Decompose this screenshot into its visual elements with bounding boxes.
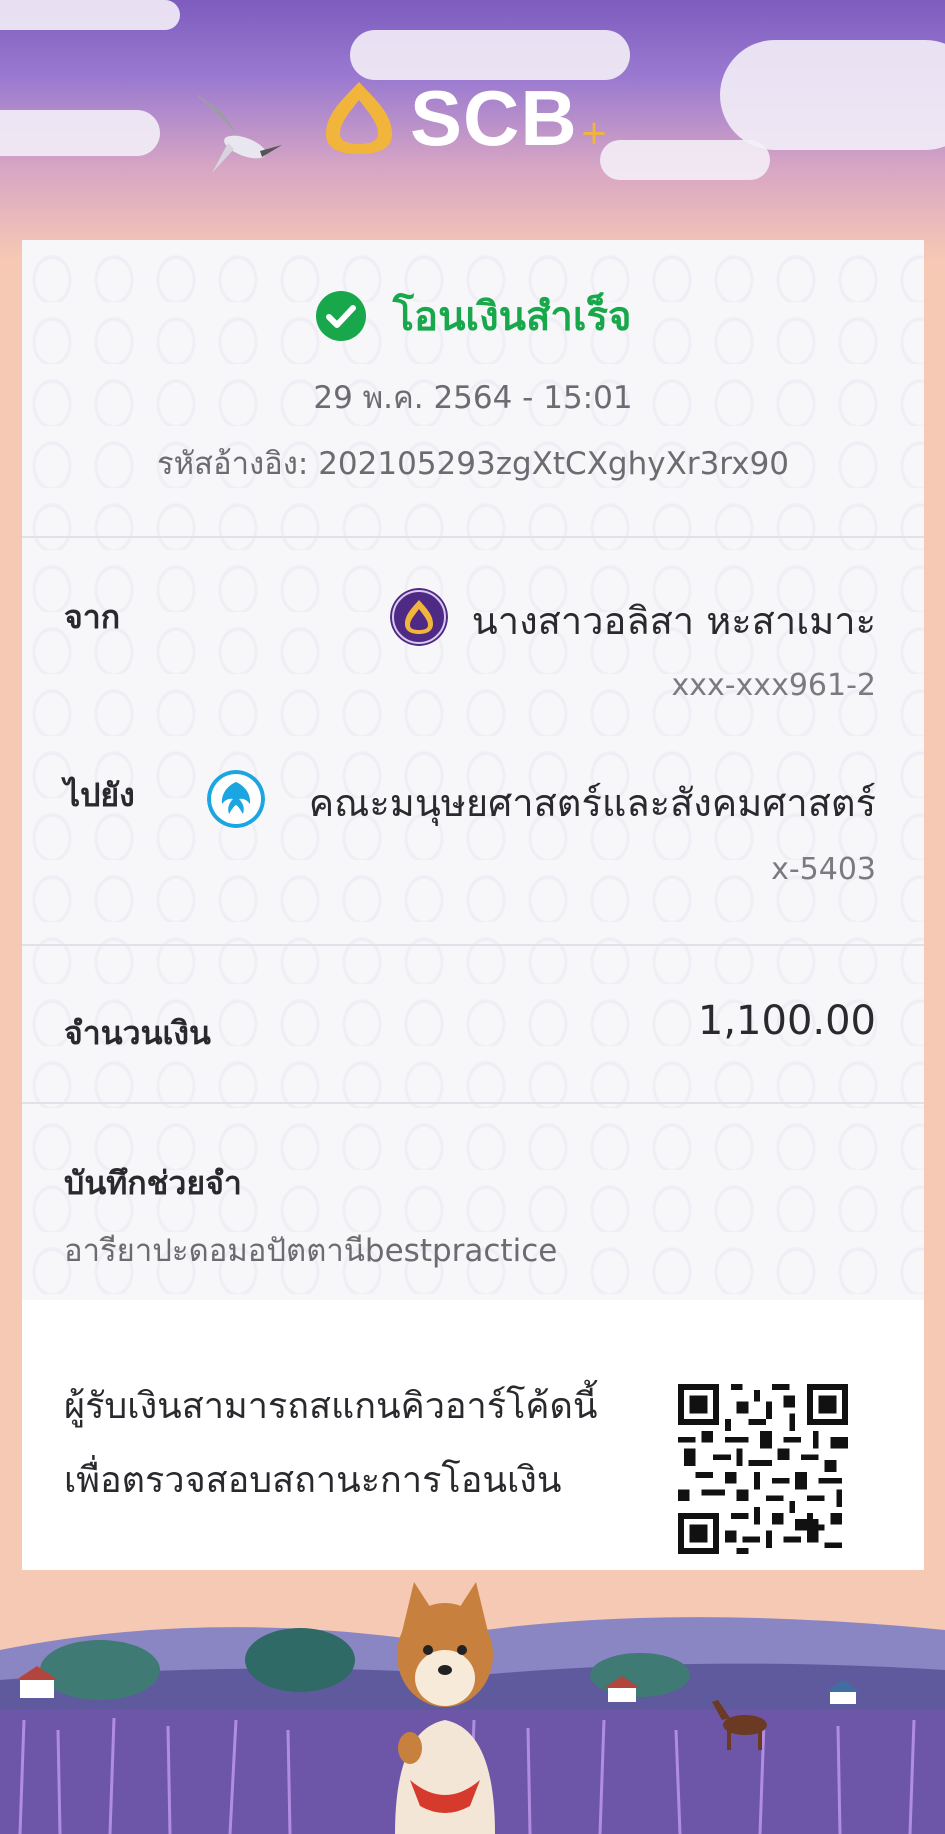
divider [22,944,924,946]
scb-logo-mark [326,82,392,154]
status-row: โอนเงินสำเร็จ [22,284,924,348]
qr-instruction-line1: ผู้รับเงินสามารถสแกนคิวอาร์โค้ดนี้ [64,1386,598,1427]
bird-illustration [195,93,282,173]
divider [22,536,924,538]
reference-value: 202105293zgXtCXghyXr3rx90 [318,446,790,482]
transfer-datetime: 29 พ.ค. 2564 - 15:01 [313,380,633,416]
header-banner: SCB + [0,0,945,260]
receipt-card: โอนเงินสำเร็จ 29 พ.ค. 2564 - 15:01 รหัสอ… [22,240,924,1594]
status-text: โอนเงินสำเร็จ [392,294,632,340]
qr-instruction-line2: เพื่อตรวจสอบสถานะการโอนเงิน [64,1460,562,1501]
from-account: xxx-xxx961-2 [671,668,876,703]
to-name: คณะมนุษยศาสตร์และสังคมศาสตร์ [308,781,876,825]
divider [22,1102,924,1104]
amount-value: 1,100.00 [697,998,876,1044]
memo-label: บันทึกช่วยจำ [64,1164,242,1202]
scb-bank-icon [390,588,448,646]
check-circle-icon [315,291,366,341]
qr-instruction: ผู้รับเงินสามารถสแกนคิวอาร์โค้ดนี้ เพื่อ… [64,1370,624,1518]
lavender-field-illustration [0,1570,945,1834]
amount-label: จำนวนเงิน [64,1014,211,1052]
reference-label: รหัสอ้างอิง: [156,446,309,482]
ktb-bank-icon [207,770,265,828]
qr-code[interactable] [678,1384,848,1554]
to-account: x-5403 [771,852,876,887]
from-label: จาก [64,598,121,636]
reference-row: รหัสอ้างอิง: 202105293zgXtCXghyXr3rx90 [22,438,924,488]
memo-value: อารียาปะดอมอปัตตานีbestpractice [64,1233,558,1269]
brand-name: SCB [410,74,578,162]
brand-plus: + [579,113,609,153]
scb-logo: SCB + [320,78,608,158]
from-name: นางสาวอลิสา หะสาเมาะ [471,599,876,643]
to-label: ไปยัง [64,776,135,814]
